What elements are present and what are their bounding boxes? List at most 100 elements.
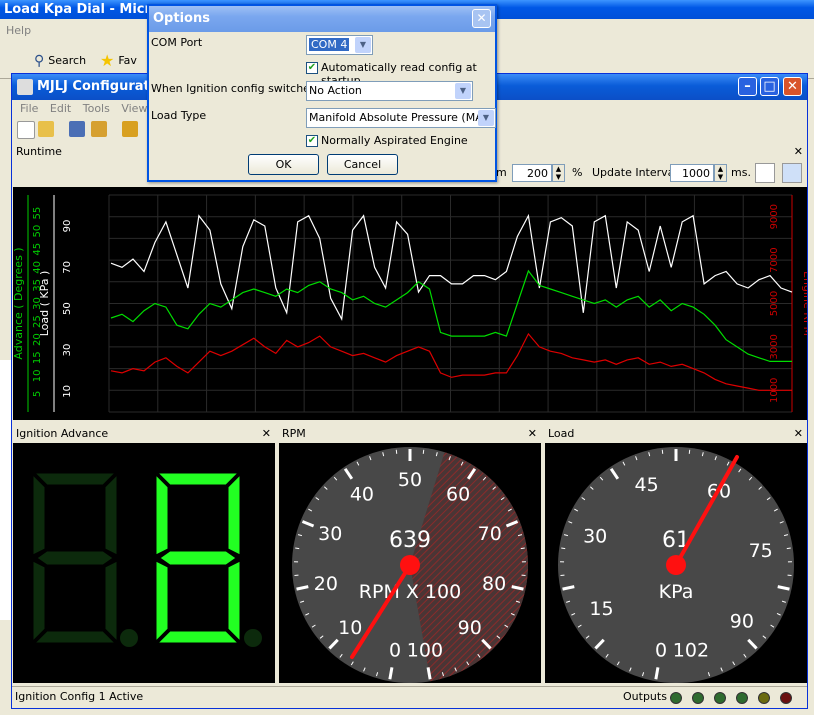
segment-e (32, 560, 46, 643)
load-panel: Load ✕ 0153045607590102 61 KPa (545, 425, 807, 683)
rpm-needle-hub (400, 555, 420, 575)
seven-segment-display (13, 443, 275, 683)
load-close-icon[interactable]: ✕ (794, 425, 803, 443)
dial-tick-label: 0 (389, 640, 401, 662)
dial-tick-label: 102 (673, 640, 709, 662)
ignition-advance-header: Ignition Advance ✕ (13, 425, 275, 443)
export-icon[interactable] (755, 163, 775, 183)
update-interval-label: Update Interval (592, 166, 678, 179)
runtime-close-icon[interactable]: ✕ (794, 143, 803, 161)
digit-tens (32, 472, 118, 644)
upload-icon[interactable] (122, 121, 138, 137)
zoom-label-suffix: m (496, 166, 507, 179)
dial-tick-label: 90 (730, 610, 754, 632)
naturally-aspirated-checkbox[interactable]: ✔ (306, 135, 318, 147)
options-titlebar: Options ✕ (149, 6, 495, 32)
dial-tick (388, 667, 394, 680)
segment-d (156, 630, 240, 644)
ok-button[interactable]: OK (248, 154, 319, 175)
advance-tick-label: 55 (32, 207, 43, 220)
dial-tick-label: 80 (482, 573, 506, 595)
new-icon[interactable] (17, 121, 35, 139)
load-tick-label: 90 (62, 220, 73, 233)
load-type-select[interactable]: Manifold Absolute Pressure (MAP) ▼ (306, 108, 496, 128)
digit-ones (155, 472, 241, 644)
maximize-button[interactable]: □ (760, 77, 779, 96)
load-title: Load (548, 427, 575, 440)
menu-help[interactable]: Help (6, 24, 31, 37)
advance-axis-label: Advance ( Degrees ) (14, 247, 25, 359)
chevron-down-icon: ▼ (478, 110, 494, 126)
runtime-title: Runtime (16, 145, 62, 158)
search-button[interactable]: ⚲ Search (34, 52, 86, 70)
chart-settings-icon[interactable] (782, 163, 802, 183)
segment-a (33, 472, 117, 486)
rpm-tick-label: 3000 (769, 334, 780, 359)
dial-tick-label: 70 (478, 523, 502, 545)
ignition-switch-value: No Action (309, 84, 362, 97)
segment-e (155, 560, 169, 643)
menu-tools[interactable]: Tools (83, 102, 110, 115)
open-icon[interactable] (38, 121, 54, 137)
load-type-value: Manifold Absolute Pressure (MAP) (309, 111, 494, 124)
options-close-button[interactable]: ✕ (472, 9, 491, 28)
segment-g (159, 550, 237, 566)
load-tick-label: 50 (62, 302, 73, 315)
options-title: Options (153, 11, 210, 26)
star-icon: ★ (100, 51, 115, 70)
load-tick-label: 10 (62, 385, 73, 398)
dial-tick-label: 15 (589, 598, 613, 620)
com-port-select[interactable]: COM 4 ▼ (306, 35, 373, 55)
dial-tick (786, 547, 791, 550)
zoom-spinner[interactable]: ▲ ▼ (552, 164, 565, 182)
app-icon (17, 79, 33, 95)
save-icon[interactable] (69, 121, 85, 137)
cancel-button[interactable]: Cancel (327, 154, 398, 175)
advance-tick-label: 45 (32, 243, 43, 256)
menu-view[interactable]: View (121, 102, 147, 115)
runtime-panel: Runtime ✕ m 200 ▲ ▼ % Update Interval 100… (13, 143, 807, 420)
com-port-label: COM Port (151, 36, 203, 49)
rpm-header: RPM ✕ (279, 425, 541, 443)
rpm-tick-label: 7000 (769, 247, 780, 272)
load-axis-label: Load ( KPa ) (38, 271, 51, 337)
dial-tick-label: 50 (398, 469, 422, 491)
close-button[interactable]: ✕ (783, 77, 802, 96)
rpm-axis-label: Engine RPM (801, 271, 807, 336)
update-interval-unit: ms. (731, 166, 751, 179)
segment-b (227, 473, 241, 556)
update-interval-spinner[interactable]: ▲ ▼ (714, 164, 727, 182)
segment-g (36, 550, 114, 566)
dial-tick-label: 0 (655, 640, 667, 662)
rpm-close-icon[interactable]: ✕ (528, 425, 537, 443)
advance-tick-label: 50 (32, 225, 43, 238)
favorites-button[interactable]: ★ Fav (100, 52, 137, 70)
save-as-icon[interactable] (91, 121, 107, 137)
ignition-switch-select[interactable]: No Action ▼ (306, 81, 473, 101)
load-tick-label: 70 (62, 261, 73, 274)
zoom-input[interactable]: 200 (512, 164, 552, 182)
rpm-value: 639 (389, 528, 431, 553)
update-interval-input[interactable]: 1000 (670, 164, 714, 182)
search-label: Search (48, 54, 87, 67)
segment-d (33, 630, 117, 644)
minimize-button[interactable]: – (738, 77, 757, 96)
output-led (758, 692, 770, 704)
rpm-panel: RPM ✕ 0 10 20 30 40 50 60 70 80 90 100 639 RPM X 1… (279, 425, 541, 683)
auto-read-checkbox[interactable]: ✔ (306, 62, 318, 74)
favorites-label: Fav (118, 54, 137, 67)
output-led (736, 692, 748, 704)
zoom-unit: % (572, 166, 583, 179)
chevron-down-icon: ▼ (455, 83, 471, 99)
dial-tick-label: 75 (749, 540, 773, 562)
output-led (714, 692, 726, 704)
rpm-title: RPM (282, 427, 306, 440)
menu-file[interactable]: File (20, 102, 38, 115)
ignition-switch-label: When Ignition config switched: (151, 82, 321, 95)
dial-tick-label: 30 (583, 526, 607, 548)
load-gauge: 0153045607590102 61 KPa (545, 443, 807, 683)
dial-tick (654, 667, 660, 680)
menu-edit[interactable]: Edit (50, 102, 71, 115)
rpm-series-line (110, 332, 792, 391)
ignition-close-icon[interactable]: ✕ (262, 425, 271, 443)
